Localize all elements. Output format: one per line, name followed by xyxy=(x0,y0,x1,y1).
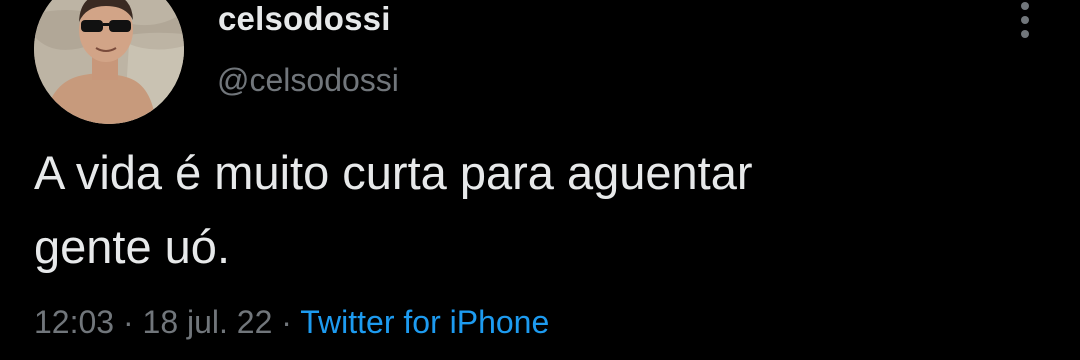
more-vertical-icon xyxy=(1021,30,1029,38)
more-vertical-icon xyxy=(1021,16,1029,24)
tweet-source-link[interactable]: Twitter for iPhone xyxy=(300,304,549,340)
author-handle[interactable]: @celsodossi xyxy=(217,62,399,99)
tweet-text: A vida é muito curta para aguentar gente… xyxy=(34,136,1034,284)
tweet-text-line: A vida é muito curta para aguentar xyxy=(34,146,753,199)
more-options-button[interactable] xyxy=(1008,0,1042,46)
more-vertical-icon xyxy=(1021,2,1029,10)
tweet-text-line: gente uó. xyxy=(34,220,231,273)
tweet-meta: 12:03 · 18 jul. 22 · Twitter for iPhone xyxy=(34,304,549,341)
meta-separator: · xyxy=(122,304,134,340)
author-display-name[interactable]: celsodossi xyxy=(218,0,391,38)
profile-photo-icon xyxy=(34,0,184,124)
meta-separator: · xyxy=(281,304,292,340)
tweet-time[interactable]: 12:03 xyxy=(34,304,114,340)
avatar[interactable] xyxy=(34,0,184,124)
tweet-date[interactable]: 18 jul. 22 xyxy=(143,304,273,340)
